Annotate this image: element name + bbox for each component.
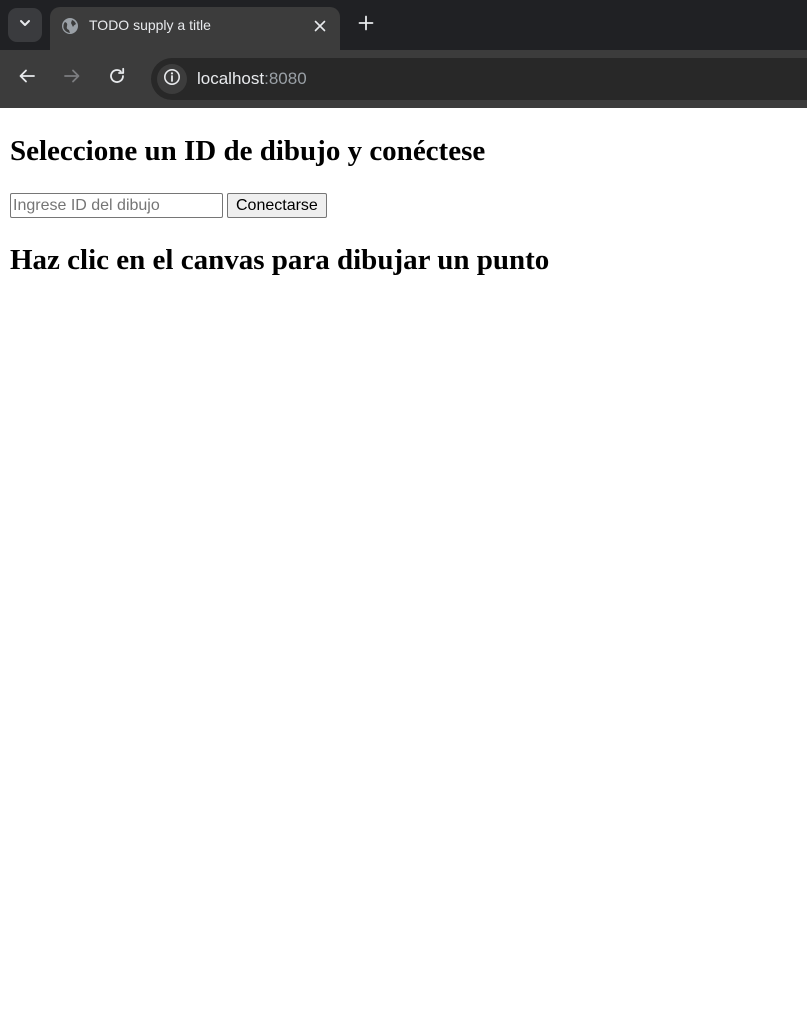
forward-button[interactable] <box>58 64 86 92</box>
info-icon <box>163 68 181 91</box>
plus-icon <box>358 15 374 36</box>
forward-arrow-icon <box>63 67 81 90</box>
tab-strip: TODO supply a title <box>0 0 807 50</box>
tab-search-button[interactable] <box>8 8 42 42</box>
chevron-down-icon <box>18 16 32 35</box>
connect-button[interactable]: Conectarse <box>227 193 327 218</box>
browser-window: TODO supply a title localhost:8080 Selec… <box>0 0 807 1029</box>
close-icon[interactable] <box>310 16 330 36</box>
tab-active[interactable]: TODO supply a title <box>50 7 340 50</box>
url-host: localhost <box>197 69 265 88</box>
tab-title: TODO supply a title <box>89 17 211 33</box>
back-arrow-icon <box>18 67 36 90</box>
page-title: Seleccione un ID de dibujo y conéctese <box>10 135 486 167</box>
reload-button[interactable] <box>103 64 131 92</box>
page-content: Seleccione un ID de dibujo y conéctese C… <box>0 108 807 1029</box>
url-text: localhost:8080 <box>197 69 307 89</box>
globe-icon <box>61 17 79 35</box>
url-port: :8080 <box>264 69 307 88</box>
drawing-id-input[interactable] <box>10 193 223 218</box>
new-tab-button[interactable] <box>352 11 380 39</box>
browser-toolbar: localhost:8080 <box>0 50 807 108</box>
back-button[interactable] <box>13 64 41 92</box>
address-bar[interactable]: localhost:8080 <box>151 58 807 100</box>
reload-icon <box>108 67 126 90</box>
drawing-canvas[interactable] <box>10 298 797 998</box>
canvas-heading: Haz clic en el canvas para dibujar un pu… <box>10 244 550 276</box>
site-info-button[interactable] <box>157 64 187 94</box>
